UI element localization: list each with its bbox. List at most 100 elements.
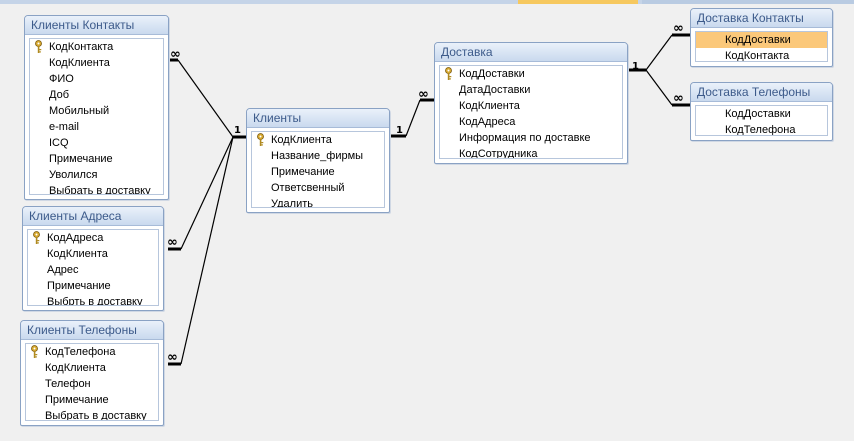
field-name: Телефон — [45, 378, 91, 390]
table-title[interactable]: Клиенты — [247, 109, 389, 128]
one-label: 1 — [396, 125, 403, 136]
field-name: Примечание — [49, 153, 113, 165]
table-klienty-telefony[interactable]: Клиенты Телефоны КодТелефона КодКлиента … — [20, 320, 164, 426]
one-label: 1 — [234, 125, 241, 136]
table-title[interactable]: Доставка Контакты — [691, 9, 832, 28]
field-item[interactable]: ФИО — [30, 71, 163, 87]
table-klienty-adresa[interactable]: Клиенты Адреса КодАдреса КодКлиента Адре… — [22, 206, 164, 311]
table-title[interactable]: Клиенты Адреса — [23, 207, 163, 226]
table-klienty-kontakty[interactable]: Клиенты Контакты КодКонтакта КодКлиента … — [24, 15, 169, 200]
field-item-primary-key[interactable]: КодДоставки — [440, 66, 622, 82]
field-item[interactable]: КодКлиента — [30, 55, 163, 71]
field-item-primary-key[interactable]: КодАдреса — [28, 230, 158, 246]
field-list[interactable]: КодДоставки КодТелефона — [695, 105, 828, 136]
field-item[interactable]: КодКлиента — [440, 98, 622, 114]
table-klienty[interactable]: Клиенты КодКлиента Название_фирмы Примеч… — [246, 108, 390, 213]
field-item[interactable]: Примечание — [26, 392, 158, 408]
field-item[interactable]: КодДоставки — [696, 106, 827, 122]
field-item-primary-key[interactable]: КодКлиента — [252, 132, 384, 148]
field-name: КодТелефона — [725, 124, 796, 136]
field-item[interactable]: Удалить — [252, 196, 384, 207]
table-dostavka-kontakty[interactable]: Доставка Контакты КодДоставки КодКонтакт… — [690, 8, 833, 67]
table-title[interactable]: Клиенты Телефоны — [21, 321, 163, 340]
field-item[interactable]: Выбрать в доставку — [26, 408, 158, 420]
relationship-line — [645, 34, 673, 71]
field-name: КодТелефона — [45, 346, 116, 358]
field-list[interactable]: КодДоставки ДатаДоставки КодКлиента КодА… — [439, 65, 623, 159]
table-title[interactable]: Доставка Телефоны — [691, 83, 832, 102]
field-item[interactable]: Адрес — [28, 262, 158, 278]
field-list[interactable]: КодКлиента Название_фирмы Примечание Отв… — [251, 131, 385, 208]
field-item[interactable]: КодКлиента — [26, 360, 158, 376]
field-item-primary-key[interactable]: КодКонтакта — [30, 39, 163, 55]
ribbon-bottom-edge — [0, 0, 854, 4]
field-item[interactable]: Уволился — [30, 167, 163, 183]
field-name: Уволился — [49, 169, 98, 181]
table-title[interactable]: Клиенты Контакты — [25, 16, 168, 35]
field-name: КодАдреса — [47, 232, 104, 244]
field-name: e-mail — [49, 121, 79, 133]
relationship-line — [180, 136, 234, 250]
field-name: ICQ — [49, 137, 69, 149]
field-name: Доб — [49, 89, 69, 101]
field-name: КодКонтакта — [49, 41, 114, 53]
table-dostavka-telefony[interactable]: Доставка Телефоны КодДоставки КодТелефон… — [690, 82, 833, 141]
field-item[interactable]: Примечание — [30, 151, 163, 167]
field-item[interactable]: КодКонтакта — [696, 48, 827, 62]
field-name: КодКлиента — [459, 100, 520, 112]
field-list[interactable]: КодТелефона КодКлиента Телефон Примечани… — [25, 343, 159, 421]
field-item[interactable]: КодКлиента — [28, 246, 158, 262]
field-item-primary-key[interactable]: КодТелефона — [26, 344, 158, 360]
field-name: КодДоставки — [725, 108, 791, 120]
table-dostavka[interactable]: Доставка КодДоставки ДатаДоставки КодКли… — [434, 42, 628, 164]
field-item[interactable]: Выбрать в доставку — [30, 183, 163, 194]
field-name: КодДоставки — [459, 68, 525, 80]
field-item[interactable]: Информация по доставке — [440, 130, 622, 146]
many-label: ∞ — [167, 350, 178, 365]
field-item[interactable]: Телефон — [26, 376, 158, 392]
relationship-line — [180, 136, 234, 365]
field-item[interactable]: КодТелефона — [696, 122, 827, 136]
many-label: ∞ — [673, 91, 684, 106]
tab-strip-edge — [642, 0, 854, 4]
field-item[interactable]: КодАдреса — [440, 114, 622, 130]
field-name: КодКонтакта — [725, 50, 790, 62]
field-item[interactable]: Примечание — [28, 278, 158, 294]
key-icon — [257, 133, 264, 146]
field-name: Примечание — [47, 280, 111, 292]
many-label: ∞ — [167, 235, 178, 250]
field-name: КодКлиента — [271, 134, 332, 146]
field-item[interactable]: Выбрть в доставку — [28, 294, 158, 305]
field-name: Примечание — [45, 394, 109, 406]
one-label: 1 — [632, 61, 639, 72]
field-item[interactable]: ДатаДоставки — [440, 82, 622, 98]
field-name: Название_фирмы — [271, 150, 364, 162]
key-icon — [445, 67, 452, 80]
table-title[interactable]: Доставка — [435, 43, 627, 62]
field-item[interactable]: Доб — [30, 87, 163, 103]
field-name: КодАдреса — [459, 116, 516, 128]
field-item[interactable]: Примечание — [252, 164, 384, 180]
field-list[interactable]: КодАдреса КодКлиента Адрес Примечание Вы… — [27, 229, 159, 306]
field-item[interactable]: Ответсвенный — [252, 180, 384, 196]
field-list[interactable]: КодДоставки КодКонтакта — [695, 31, 828, 62]
many-label: ∞ — [673, 21, 684, 36]
field-name: КодКлиента — [49, 57, 110, 69]
active-tab-edge — [518, 0, 638, 4]
relationship-line — [405, 99, 421, 137]
field-item[interactable]: Мобильный — [30, 103, 163, 119]
field-item[interactable]: ICQ — [30, 135, 163, 151]
field-name: Ответсвенный — [271, 182, 345, 194]
relationship-line — [177, 59, 234, 138]
field-item[interactable]: КодСотрудника — [440, 146, 622, 159]
field-item[interactable]: e-mail — [30, 119, 163, 135]
field-name: Мобильный — [49, 105, 110, 117]
field-name: КодКлиента — [47, 248, 108, 260]
field-list[interactable]: КодКонтакта КодКлиента ФИО Доб Мобильный… — [29, 38, 164, 195]
field-name: КодСотрудника — [459, 148, 538, 159]
many-label: ∞ — [170, 47, 181, 62]
field-name: ФИО — [49, 73, 74, 85]
field-item[interactable]: Название_фирмы — [252, 148, 384, 164]
field-item-selected[interactable]: КодДоставки — [696, 32, 827, 48]
relationship-line — [645, 69, 673, 106]
